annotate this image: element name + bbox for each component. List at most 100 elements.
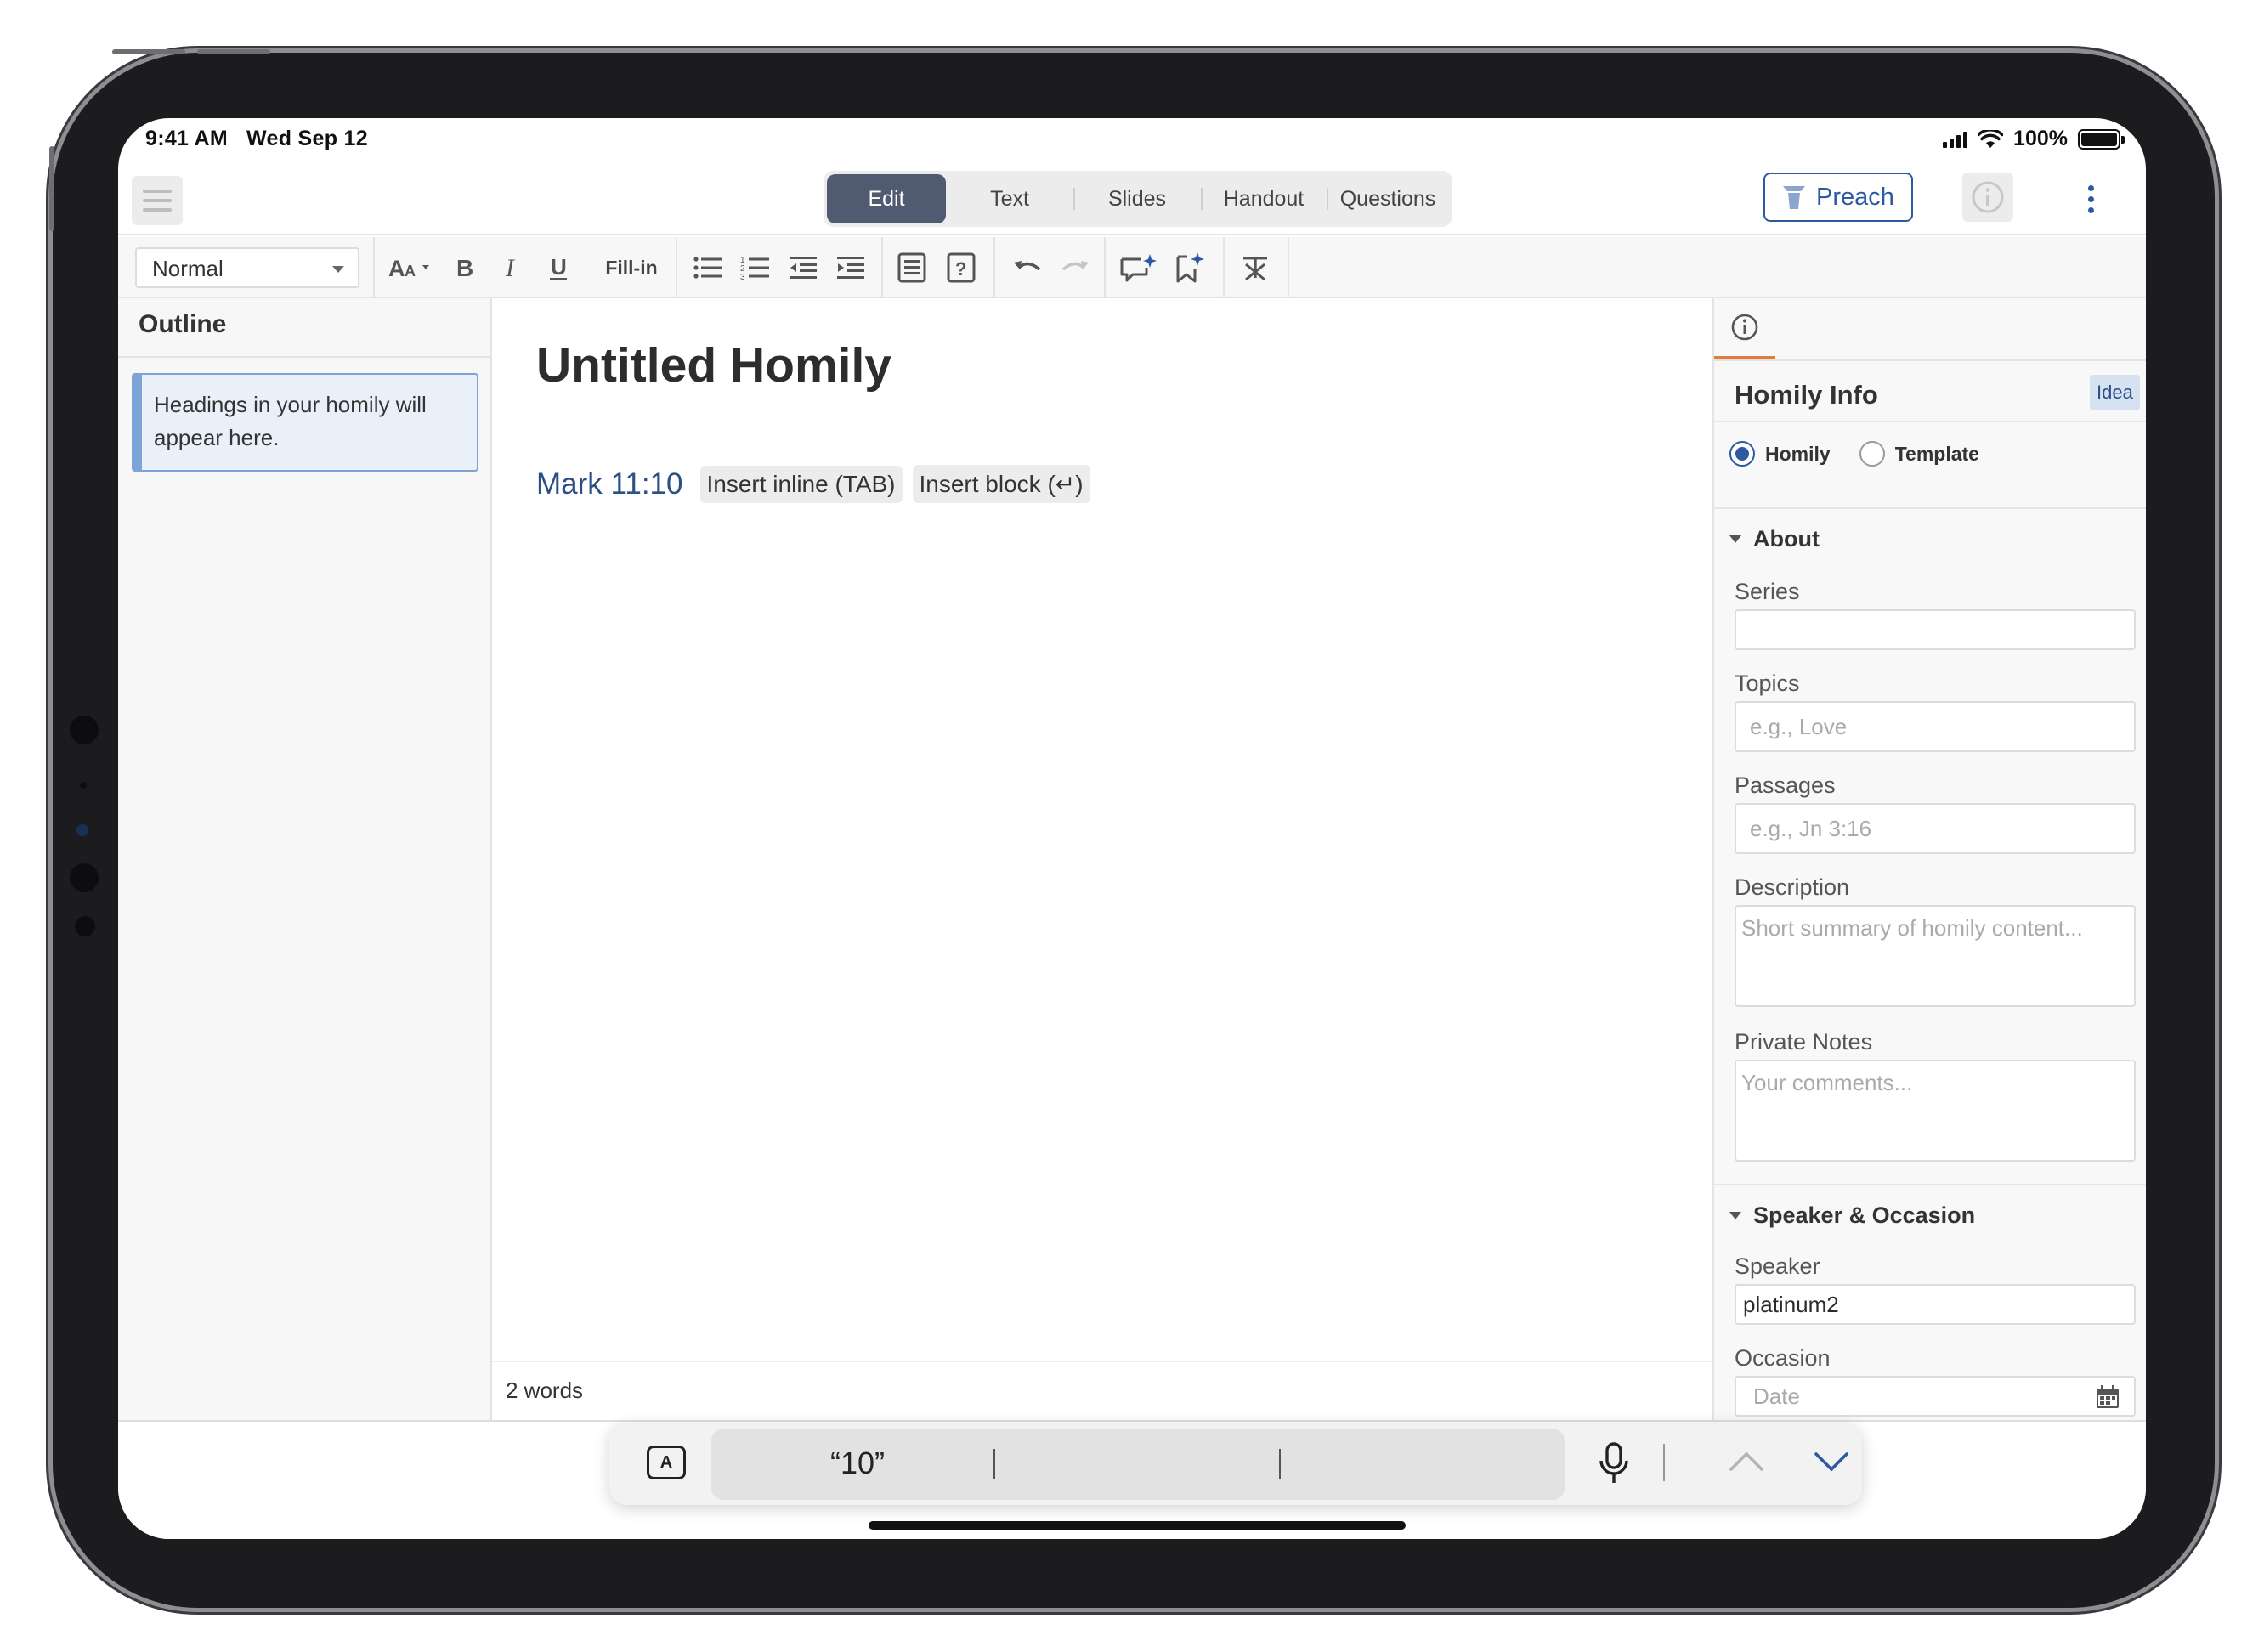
- question-icon: ?: [947, 252, 976, 283]
- insert-question-button[interactable]: ?: [942, 249, 980, 286]
- undo-button[interactable]: [1009, 249, 1046, 286]
- ai-comment-button[interactable]: [1118, 249, 1158, 286]
- description-field[interactable]: Short summary of homily content...: [1735, 905, 2136, 1007]
- insert-block-chip[interactable]: Insert block (↵): [912, 465, 1090, 503]
- suggestion-1[interactable]: “10”: [830, 1446, 885, 1481]
- info-icon: [1972, 181, 2004, 213]
- bold-icon: B: [456, 255, 473, 280]
- status-date: Wed Sep 12: [246, 127, 368, 150]
- outdent-button[interactable]: [784, 249, 822, 286]
- menu-button[interactable]: [132, 176, 183, 225]
- info-icon: [1731, 314, 1758, 341]
- outdent-icon: [790, 257, 817, 279]
- paragraph-style-select[interactable]: Normal: [135, 247, 359, 288]
- sensor-dot: [76, 824, 88, 836]
- block-icon: [897, 252, 926, 283]
- battery-icon: [2078, 128, 2125, 150]
- info-button[interactable]: [1962, 173, 2013, 222]
- private-notes-field[interactable]: Your comments...: [1735, 1060, 2136, 1162]
- italic-icon: I: [505, 255, 516, 280]
- cellular-signal-icon: [1943, 131, 1968, 148]
- microphone-icon[interactable]: [1597, 1440, 1631, 1488]
- tab-info[interactable]: [1714, 298, 1775, 359]
- italic-button[interactable]: I: [497, 249, 528, 286]
- preach-button[interactable]: Preach: [1763, 173, 1913, 222]
- svg-text:U: U: [551, 254, 567, 280]
- status-icons: 100%: [1943, 127, 2125, 151]
- passages-field[interactable]: e.g., Jn 3:16: [1735, 803, 2136, 854]
- topics-field[interactable]: e.g., Love: [1735, 701, 2136, 752]
- chevron-down-icon: [1729, 1212, 1741, 1219]
- speaker-field[interactable]: platinum2: [1735, 1284, 2136, 1325]
- passages-label: Passages: [1735, 772, 1836, 798]
- bold-button[interactable]: B: [450, 249, 480, 286]
- format-toolbar: Normal A A B I U Fill-in 1 2 3 ?: [118, 237, 2146, 298]
- insert-inline-button[interactable]: Insert inline (TAB): [699, 465, 903, 503]
- homily-radio[interactable]: [1729, 441, 1755, 467]
- svg-text:A: A: [388, 256, 405, 280]
- status-bar: 9:41 AM Wed Sep 12 100%: [118, 118, 2146, 162]
- tab-slides[interactable]: Slides: [1073, 174, 1201, 223]
- status-time-date: 9:41 AM Wed Sep 12: [145, 127, 387, 151]
- clear-formatting-button[interactable]: [1237, 249, 1274, 286]
- svg-text:I: I: [505, 255, 516, 280]
- menu-icon-line: [143, 199, 172, 202]
- about-section-header[interactable]: About: [1729, 526, 1820, 552]
- chevron-down-icon[interactable]: [1813, 1444, 1850, 1478]
- keyboard-format-icon[interactable]: A: [647, 1446, 686, 1479]
- topics-label: Topics: [1735, 670, 1800, 696]
- editor-area[interactable]: Untitled Homily Mark 11:10 Insert inline…: [492, 298, 1712, 1420]
- outline-empty-hint: Headings in your homily will appear here…: [132, 373, 478, 472]
- svg-text:?: ?: [955, 258, 966, 280]
- occasion-label: Occasion: [1735, 1345, 1831, 1371]
- speaker-label: Speaker: [1735, 1253, 1820, 1279]
- insert-block-button[interactable]: [893, 249, 931, 286]
- chevron-down-icon: [332, 266, 344, 273]
- numbered-list-button[interactable]: 1 2 3: [737, 249, 774, 286]
- indent-button[interactable]: [832, 249, 869, 286]
- chevron-up-icon[interactable]: [1728, 1444, 1765, 1478]
- keyboard-shortcut-bar: A “10”: [609, 1423, 1862, 1505]
- app-screen: 9:41 AM Wed Sep 12 100% Edit Text Slides …: [118, 118, 2146, 1539]
- kebab-dot: [2087, 206, 2094, 213]
- comment-sparkle-icon: [1120, 254, 1157, 282]
- volume-button: [197, 49, 270, 54]
- font-size-button[interactable]: A A: [387, 249, 438, 286]
- about-heading: About: [1753, 526, 1820, 552]
- podium-icon: [1783, 186, 1806, 209]
- clear-format-icon: [1243, 257, 1267, 281]
- tab-handout[interactable]: Handout: [1201, 174, 1327, 223]
- front-camera: [70, 716, 99, 744]
- template-radio[interactable]: [1859, 441, 1885, 467]
- occasion-date-field[interactable]: Date: [1735, 1376, 2136, 1417]
- info-panel: Homily Info Idea Homily Template About S…: [1712, 298, 2146, 1420]
- status-badge[interactable]: Idea: [2090, 375, 2140, 410]
- predictive-text-bar: “10”: [711, 1429, 1565, 1500]
- panel-title: Homily Info: [1735, 380, 1878, 410]
- tab-edit[interactable]: Edit: [827, 174, 946, 223]
- more-options-button[interactable]: [2078, 178, 2103, 220]
- home-indicator[interactable]: [869, 1521, 1406, 1530]
- private-notes-label: Private Notes: [1735, 1029, 1873, 1055]
- top-toolbar: Edit Text Slides Handout Questions Preac…: [118, 162, 2146, 235]
- wifi-icon: [1978, 129, 2004, 148]
- volume-button: [112, 49, 185, 54]
- speaker-occasion-section-header[interactable]: Speaker & Occasion: [1729, 1202, 1975, 1229]
- redo-button[interactable]: [1056, 249, 1094, 286]
- verse-reference[interactable]: Mark 11:10: [536, 467, 683, 501]
- bulleted-list-button[interactable]: [689, 249, 727, 286]
- series-field[interactable]: [1735, 609, 2136, 650]
- tab-text[interactable]: Text: [946, 174, 1073, 223]
- ai-bookmark-button[interactable]: [1172, 249, 1209, 286]
- date-placeholder: Date: [1753, 1383, 1800, 1409]
- numbered-list-icon: 1 2 3: [740, 256, 769, 281]
- underline-button[interactable]: U: [543, 249, 574, 286]
- menu-icon-line: [143, 208, 172, 212]
- fill-in-button[interactable]: Fill-in: [601, 249, 662, 286]
- tab-questions[interactable]: Questions: [1327, 174, 1449, 223]
- menu-icon-line: [143, 190, 172, 193]
- chevron-down-icon: [1729, 535, 1741, 543]
- document-title[interactable]: Untitled Homily: [536, 337, 891, 393]
- sensor-dot: [80, 782, 87, 789]
- bulleted-list-icon: [693, 257, 722, 279]
